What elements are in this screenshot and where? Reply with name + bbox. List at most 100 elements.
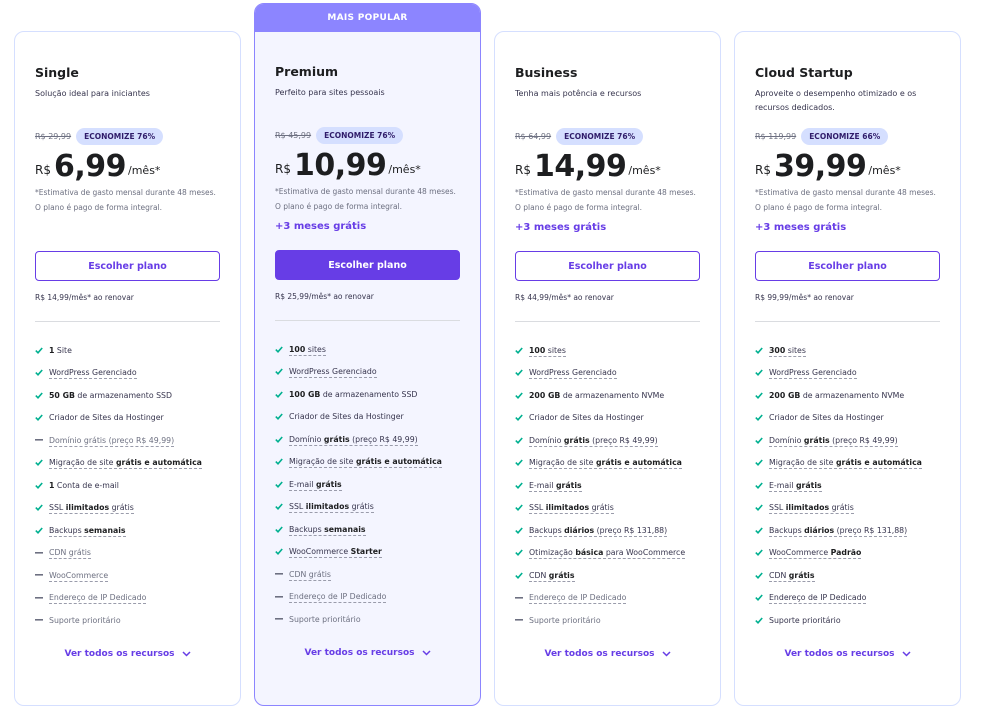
dash-icon	[515, 596, 529, 599]
feature-text[interactable]: Migração de site grátis e automática	[769, 458, 922, 470]
feature-item: E-mail grátis	[275, 473, 460, 496]
feature-text[interactable]: WooCommerce Starter	[289, 547, 382, 559]
chevron-down-icon	[901, 650, 911, 657]
feature-text[interactable]: Backups diários (preço R$ 131,88)	[769, 525, 908, 537]
check-icon	[515, 504, 529, 512]
feature-item: Backups semanais	[35, 519, 220, 542]
feature-text[interactable]: E-mail grátis	[769, 480, 822, 492]
feature-item: 1 Conta de e-mail	[35, 474, 220, 497]
check-icon	[755, 617, 769, 624]
chevron-down-icon	[421, 649, 431, 656]
feature-text: 200 GB de armazenamento NVMe	[769, 390, 905, 400]
feature-item: SSL ilimitados grátis	[515, 497, 700, 520]
price-amount: 6,99	[53, 149, 127, 184]
feature-text: 1 Site	[49, 345, 72, 355]
see-all-features-link[interactable]: Ver todos os recursos	[515, 649, 700, 659]
bonus-months: +3 meses grátis	[755, 222, 847, 233]
feature-text[interactable]: E-mail grátis	[289, 479, 342, 491]
feature-text[interactable]: SSL ilimitados grátis	[529, 503, 614, 515]
feature-item: Otimização básica para WooCommerce	[515, 542, 700, 565]
feature-item: SSL ilimitados grátis	[755, 497, 940, 520]
feature-text[interactable]: 100 sites	[529, 345, 566, 357]
feature-text[interactable]: Domínio grátis (preço R$ 49,99)	[769, 435, 898, 447]
feature-text[interactable]: Backups semanais	[289, 524, 366, 536]
feature-item: Endereço de IP Dedicado	[275, 586, 460, 609]
see-all-label: Ver todos os recursos	[64, 648, 175, 659]
feature-text[interactable]: CDN grátis	[49, 548, 91, 560]
feature-text[interactable]: Migração de site grátis e automática	[49, 458, 202, 470]
chevron-down-icon	[181, 650, 191, 657]
feature-text[interactable]: Domínio grátis (preço R$ 49,99)	[529, 435, 658, 447]
dash-icon	[35, 551, 49, 554]
feature-item: CDN grátis	[755, 564, 940, 587]
feature-text[interactable]: CDN grátis	[529, 570, 575, 582]
feature-text[interactable]: Migração de site grátis e automática	[289, 457, 442, 469]
feature-item: Criador de Sites da Hostinger	[755, 407, 940, 430]
feature-text[interactable]: WooCommerce	[49, 570, 109, 582]
feature-text[interactable]: Endereço de IP Dedicado	[49, 593, 147, 605]
choose-plan-button[interactable]: Escolher plano	[515, 251, 700, 281]
feature-text[interactable]: SSL ilimitados grátis	[769, 503, 854, 515]
choose-plan-button[interactable]: Escolher plano	[275, 250, 460, 280]
renewal-price: R$ 99,99/mês* ao renovar	[755, 293, 854, 302]
feature-text[interactable]: 300 sites	[769, 345, 806, 357]
feature-text[interactable]: WordPress Gerenciado	[769, 368, 857, 380]
feature-text[interactable]: SSL ilimitados grátis	[289, 502, 374, 514]
see-all-features-link[interactable]: Ver todos os recursos	[755, 649, 940, 659]
check-icon	[515, 527, 529, 534]
feature-item: Criador de Sites da Hostinger	[275, 406, 460, 429]
check-icon	[755, 369, 769, 377]
plan-description: Tenha mais potência e recursos	[515, 89, 642, 98]
feature-text[interactable]: Endereço de IP Dedicado	[769, 593, 867, 605]
old-price: R$ 29,99	[35, 131, 72, 141]
price-currency: R$	[515, 163, 531, 177]
check-icon	[515, 437, 529, 444]
feature-text: Criador de Sites da Hostinger	[769, 413, 884, 423]
feature-text[interactable]: WooCommerce Padrão	[769, 548, 862, 560]
price-period: /mês*	[868, 164, 901, 177]
feature-text[interactable]: WordPress Gerenciado	[49, 368, 137, 380]
feature-text[interactable]: Otimização básica para WooCommerce	[529, 548, 686, 560]
plan-card-single: Single Solução ideal para iniciantes R$ …	[14, 31, 241, 706]
feature-text[interactable]: CDN grátis	[289, 569, 331, 581]
feature-item: Backups semanais	[275, 518, 460, 541]
feature-text[interactable]: SSL ilimitados grátis	[49, 503, 134, 515]
feature-text[interactable]: E-mail grátis	[529, 480, 582, 492]
feature-item: 200 GB de armazenamento NVMe	[755, 384, 940, 407]
check-icon	[515, 572, 529, 579]
feature-item: 50 GB de armazenamento SSD	[35, 384, 220, 407]
check-icon	[755, 572, 769, 579]
feature-text[interactable]: Backups diários (preço R$ 131,88)	[529, 525, 668, 537]
feature-item: E-mail grátis	[755, 474, 940, 497]
feature-text[interactable]: Migração de site grátis e automática	[529, 458, 682, 470]
feature-item: Domínio grátis (preço R$ 49,99)	[755, 429, 940, 452]
feature-text[interactable]: Endereço de IP Dedicado	[529, 593, 627, 605]
feature-text[interactable]: 100 sites	[289, 344, 326, 356]
feature-text[interactable]: Domínio grátis (preço R$ 49,99)	[49, 435, 175, 447]
check-icon	[35, 527, 49, 534]
feature-item: CDN grátis	[35, 542, 220, 565]
plan-card-body: Premium Perfeito para sites pessoais R$ …	[255, 64, 480, 658]
feature-text[interactable]: Domínio grátis (preço R$ 49,99)	[289, 434, 418, 446]
feature-text[interactable]: WordPress Gerenciado	[289, 367, 377, 379]
check-icon	[275, 548, 289, 556]
choose-plan-button[interactable]: Escolher plano	[755, 251, 940, 281]
see-all-features-link[interactable]: Ver todos os recursos	[35, 649, 220, 659]
price-currency: R$	[755, 163, 771, 177]
choose-plan-button[interactable]: Escolher plano	[35, 251, 220, 281]
old-price: R$ 64,99	[515, 131, 552, 141]
dash-icon	[35, 596, 49, 599]
check-icon	[755, 527, 769, 534]
feature-text[interactable]: WordPress Gerenciado	[529, 368, 617, 380]
feature-text[interactable]: Backups semanais	[49, 525, 126, 537]
feature-text: 50 GB de armazenamento SSD	[49, 390, 172, 400]
plan-description: Solução ideal para iniciantes	[35, 89, 150, 98]
check-icon	[35, 482, 49, 489]
price-estimate-note: *Estimativa de gasto mensal durante 48 m…	[275, 187, 456, 211]
feature-text[interactable]: Endereço de IP Dedicado	[289, 592, 387, 604]
check-icon	[755, 437, 769, 444]
check-icon	[515, 549, 529, 557]
feature-item: Migração de site grátis e automática	[275, 451, 460, 474]
feature-text[interactable]: CDN grátis	[769, 570, 815, 582]
see-all-features-link[interactable]: Ver todos os recursos	[275, 648, 460, 658]
